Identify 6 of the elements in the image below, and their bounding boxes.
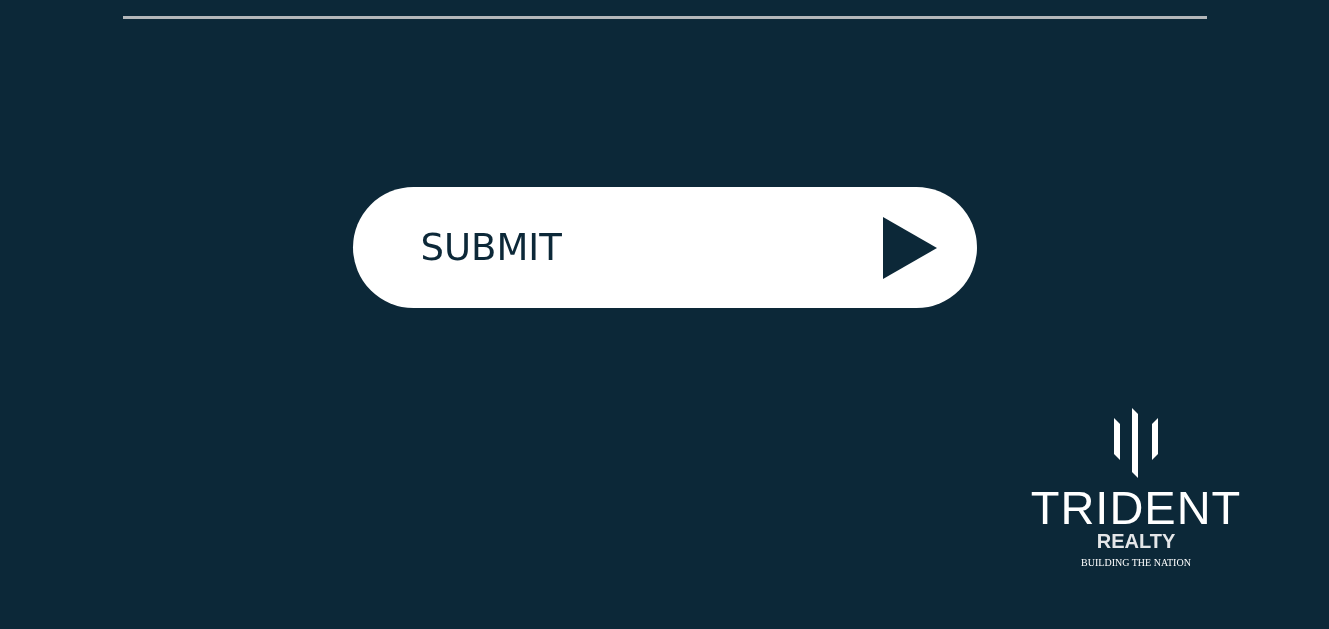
submit-button[interactable]: SUBMIT [352,187,977,308]
trident-icon [1112,408,1160,478]
logo-tagline: BUILDING THE NATION [1081,556,1191,570]
logo-subtitle: REALTY [1096,530,1176,552]
logo-name: TRIDENT [1030,486,1242,530]
play-icon [882,216,937,279]
